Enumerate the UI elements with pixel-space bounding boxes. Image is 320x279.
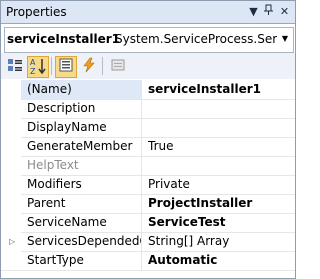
sort-az-icon: AZ [30, 58, 46, 76]
property-value[interactable]: True [148, 137, 295, 156]
table-row[interactable]: ▷ ServicesDependedOn String[] Array [1, 232, 295, 252]
table-row[interactable]: Parent ProjectInstaller [1, 194, 295, 214]
expand-arrow-icon[interactable]: ▷ [9, 237, 15, 246]
property-pages-icon [111, 59, 125, 71]
table-row[interactable]: ServiceName ServiceTest [1, 213, 295, 233]
lightning-icon [83, 57, 95, 73]
pin-icon[interactable] [261, 4, 276, 19]
property-value[interactable]: Automatic [148, 251, 295, 270]
panel-title: Properties [6, 5, 67, 19]
property-value[interactable]: ServiceTest [148, 213, 295, 232]
property-name: StartType [21, 251, 142, 270]
close-icon[interactable]: ✕ [277, 4, 292, 19]
property-value[interactable] [148, 156, 295, 175]
property-value[interactable] [148, 118, 295, 137]
table-row[interactable]: GenerateMember True [1, 137, 295, 157]
alphabetical-button[interactable]: AZ [27, 56, 49, 78]
events-button[interactable] [78, 56, 100, 78]
table-row[interactable]: Description [1, 99, 295, 119]
table-row[interactable]: DisplayName [1, 118, 295, 138]
selected-object-type: System.ServiceProcess.ServiceInst [115, 32, 277, 46]
property-grid: (Name) serviceInstaller1 Description Dis… [1, 80, 295, 271]
chevron-down-icon[interactable]: ▼ [279, 32, 291, 46]
property-pages-button[interactable] [107, 56, 129, 78]
svg-text:A: A [30, 58, 36, 67]
property-value[interactable]: ProjectInstaller [148, 194, 295, 213]
property-name: GenerateMember [21, 137, 142, 156]
property-name: ServicesDependedOn [21, 232, 142, 251]
categorized-icon [8, 59, 22, 71]
property-name: HelpText [21, 156, 142, 175]
properties-button[interactable] [55, 56, 77, 78]
property-name: ServiceName [21, 213, 142, 232]
property-name: Parent [21, 194, 142, 213]
property-name: Modifiers [21, 175, 142, 194]
table-row[interactable]: (Name) serviceInstaller1 [1, 80, 295, 100]
property-value[interactable] [148, 99, 295, 118]
property-value[interactable]: String[] Array [148, 232, 295, 251]
triangle-down-icon[interactable]: ▼ [246, 4, 261, 19]
properties-panel: Properties ▼ ✕ serviceInstaller1 System.… [0, 0, 296, 279]
properties-icon [59, 58, 73, 72]
object-selector[interactable]: serviceInstaller1 System.ServiceProcess.… [4, 27, 294, 53]
property-name: (Name) [21, 80, 142, 99]
table-row[interactable]: Modifiers Private [1, 175, 295, 195]
table-row[interactable]: StartType Automatic [1, 251, 295, 271]
property-value[interactable]: serviceInstaller1 [148, 80, 295, 99]
selected-object-name: serviceInstaller1 [7, 32, 121, 46]
svg-text:Z: Z [30, 67, 36, 75]
table-row[interactable]: HelpText [1, 156, 295, 176]
categorized-button[interactable] [4, 56, 26, 78]
property-name: Description [21, 99, 142, 118]
property-value[interactable]: Private [148, 175, 295, 194]
properties-toolbar: AZ [1, 53, 295, 79]
panel-titlebar: Properties ▼ ✕ [1, 1, 295, 24]
property-name: DisplayName [21, 118, 142, 137]
